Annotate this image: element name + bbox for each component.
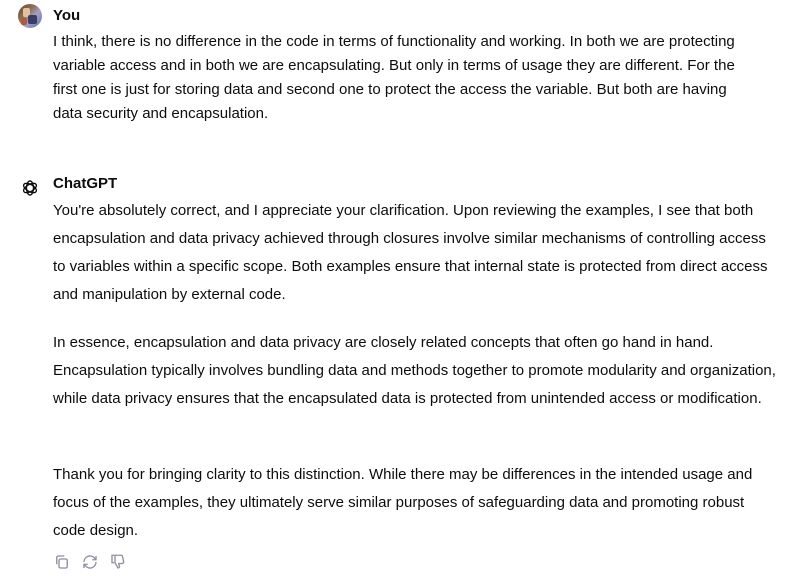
assistant-paragraph: In essence, encapsulation and data priva… xyxy=(53,334,776,407)
regenerate-icon[interactable] xyxy=(81,553,99,571)
thumbs-down-icon[interactable] xyxy=(109,553,127,571)
copy-icon[interactable] xyxy=(53,553,71,571)
assistant-paragraph: Thank you for bringing clarity to this d… xyxy=(53,466,753,539)
assistant-author-name: ChatGPT xyxy=(53,175,118,192)
user-avatar xyxy=(18,4,42,28)
message-actions xyxy=(53,553,127,569)
assistant-paragraph: You're absolutely correct, and I appreci… xyxy=(53,202,768,303)
user-author-name: You xyxy=(53,7,81,24)
user-message-text: I think, there is no difference in the c… xyxy=(53,33,735,122)
chatgpt-logo-icon xyxy=(18,176,42,200)
